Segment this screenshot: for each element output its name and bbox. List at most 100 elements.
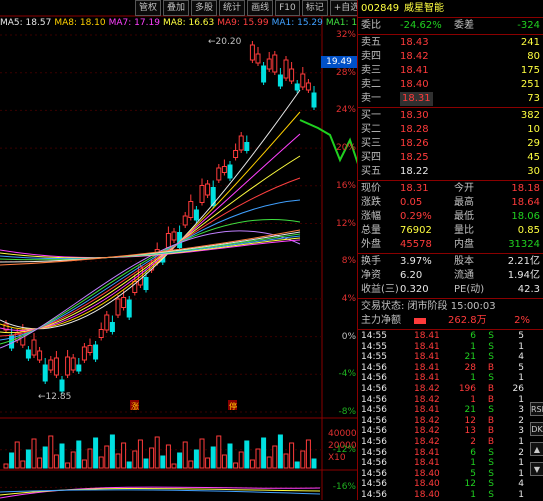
ma-legend-item: MA5: 18.57 <box>0 18 52 28</box>
volume-bar <box>238 451 244 469</box>
tick-side: S <box>488 468 494 479</box>
volume-bar <box>305 439 311 469</box>
volume-bar <box>289 442 295 469</box>
volume-bar <box>81 459 87 469</box>
tick-side: S <box>488 341 494 352</box>
tick-row: 14:56 18.41 1 S 1 <box>358 373 543 384</box>
candle-body <box>272 54 278 73</box>
bid-label: 买一 <box>361 110 381 121</box>
candle-body <box>65 356 71 376</box>
tick-price: 18.42 <box>414 437 440 447</box>
tick-side: B <box>487 437 494 447</box>
bid-price: 18.26 <box>400 138 429 149</box>
volume-bar <box>70 451 76 469</box>
fundamental-value: 3.97% <box>400 256 432 267</box>
bid-volume: 382 <box>520 110 540 121</box>
weibi-label: 委比 <box>361 20 381 31</box>
kline-chart[interactable]: ←20.20←12.85涨 停4000020000X10 <box>0 0 357 500</box>
candle-body <box>205 183 211 196</box>
fundamental-value: 1.94亿 <box>507 270 540 281</box>
tick-price: 18.41 <box>414 331 440 341</box>
tick-row: 14:56 18.40 1 S 1 <box>358 490 543 501</box>
fundamental-row: 收益(三) 0.320 PE(动) 42.3 <box>358 283 543 297</box>
candle-body <box>59 379 65 392</box>
ask-price: 18.43 <box>400 37 429 48</box>
tick-count: 5 <box>518 362 524 373</box>
volume-bar <box>266 456 272 469</box>
candle-body <box>305 82 311 91</box>
ma-line <box>0 89 301 330</box>
tick-time: 14:56 <box>361 384 387 394</box>
tick-time: 14:55 <box>361 352 387 363</box>
toolbar-button-4[interactable]: 画线 <box>247 0 274 16</box>
toolbar-button-6[interactable]: 标记 <box>301 0 328 16</box>
tick-volume: 28 <box>464 362 476 373</box>
tick-count: 3 <box>518 426 524 437</box>
rsi-button[interactable]: RSI <box>530 402 543 416</box>
percent-tick-label: 0% <box>341 331 356 342</box>
volume-bar <box>272 445 278 469</box>
tick-volume: 13 <box>464 426 476 437</box>
tick-side: B <box>487 394 494 405</box>
bid-volume: 45 <box>527 152 540 163</box>
percent-tick-label: 8% <box>341 256 356 267</box>
ask-price: 18.41 <box>400 65 429 76</box>
bid-row: 买一 18.30 382 <box>358 109 543 123</box>
volume-bar <box>42 446 48 469</box>
divider <box>358 253 543 254</box>
ma-bundle-line <box>0 231 301 263</box>
stat-value: 18.64 <box>511 197 540 208</box>
ma-legend-item: MA1: 15.29 <box>271 18 323 28</box>
tick-row: 14:56 18.41 21 S 3 <box>358 405 543 416</box>
stat-value: 76902 <box>400 225 432 236</box>
dk-button[interactable]: DK <box>530 422 543 436</box>
volume-bar <box>205 457 211 469</box>
volume-bar <box>277 434 283 469</box>
scroll-down-icon[interactable]: ▼ <box>530 462 543 476</box>
bid-row: 买五 18.22 30 <box>358 165 543 179</box>
toolbar-button-3[interactable]: 统计 <box>219 0 246 16</box>
tick-count: 1 <box>518 458 524 469</box>
tick-price: 18.41 <box>414 405 440 416</box>
divider <box>358 107 543 108</box>
tick-row: 14:56 18.41 1 S 1 <box>358 458 543 469</box>
stock-header: 002849 威星智能 <box>358 2 543 16</box>
tick-price: 18.41 <box>414 341 440 352</box>
toolbar-button-5[interactable]: F10 <box>275 0 300 16</box>
bid-label: 买二 <box>361 124 381 135</box>
candle-body <box>255 53 261 64</box>
tick-row: 14:56 18.42 2 B 1 <box>358 437 543 448</box>
bid-price: 18.28 <box>400 124 429 135</box>
tick-count: 1 <box>518 437 524 447</box>
tick-time: 14:55 <box>361 341 387 352</box>
quote-panel: 002849 威星智能 委比 -24.62% 委差 -324 卖五 18.43 241 卖四 18.… <box>357 0 543 500</box>
tick-time: 14:56 <box>361 405 387 416</box>
tick-side: S <box>488 447 494 458</box>
candle-body <box>233 150 239 158</box>
tick-price: 18.41 <box>414 447 440 458</box>
divider <box>358 34 543 35</box>
stat-label: 总量 <box>361 225 381 236</box>
stat-value: 0.29% <box>400 211 432 222</box>
high-label: ←20.20 <box>208 37 242 47</box>
ask-price: 18.40 <box>400 79 429 90</box>
toolbar-button-0[interactable]: 管权 <box>135 0 162 16</box>
tick-price: 18.40 <box>414 490 440 500</box>
stat-label: 内盘 <box>454 239 474 250</box>
scroll-up-icon[interactable]: ▲ <box>530 442 543 456</box>
marker-text: 停 <box>229 401 237 411</box>
divider <box>358 17 543 18</box>
tick-side: S <box>488 458 494 469</box>
stat-row: 总量 76902 量比 0.85 <box>358 224 543 238</box>
tick-time: 14:56 <box>361 362 387 373</box>
toolbar-button-2[interactable]: 多股 <box>191 0 218 16</box>
tick-count: 5 <box>518 331 524 341</box>
volume-bar <box>221 454 227 469</box>
candle-body <box>104 314 110 331</box>
toolbar-button-1[interactable]: 叠加 <box>163 0 190 16</box>
main-net-row: 主力净额 262.8万 2% <box>358 314 543 328</box>
tick-row: 14:56 18.42 196 B 26 <box>358 384 543 395</box>
tick-count: 1 <box>518 468 524 479</box>
candle-body <box>171 231 177 241</box>
tick-time: 14:56 <box>361 479 387 490</box>
